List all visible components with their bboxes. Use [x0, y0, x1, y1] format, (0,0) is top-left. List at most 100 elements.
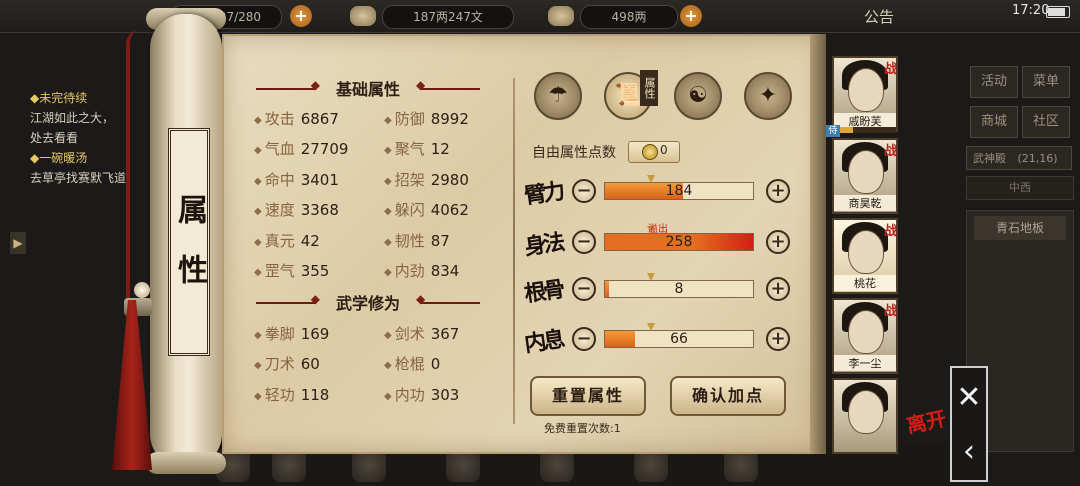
stat-item: ◆ 攻击 6867: [254, 108, 339, 130]
diamond-bullet-icon: ◆: [384, 206, 392, 218]
attribute-value: 66: [670, 331, 688, 347]
party-member-name: 商昊乾: [834, 195, 896, 211]
stat-label: 内功: [394, 385, 425, 404]
confirm-points-button[interactable]: 确认加点: [670, 376, 786, 416]
stat-value: 169: [300, 325, 330, 343]
community-button[interactable]: 社区: [1022, 106, 1070, 138]
reset-attributes-button[interactable]: 重置属性: [530, 376, 646, 416]
overflow-label: 溢出: [648, 224, 668, 235]
stat-item: ◆ 轻功 118: [254, 384, 329, 406]
gold-icon: [548, 6, 574, 26]
diamond-bullet-icon: ◆: [384, 330, 392, 341]
decrease-button[interactable]: −: [572, 230, 596, 254]
menu-button[interactable]: 菜单: [1022, 66, 1070, 98]
battery-icon: [1046, 6, 1070, 18]
expand-arrow-icon[interactable]: ▶: [10, 232, 26, 254]
close-icon[interactable]: ✕: [952, 378, 986, 418]
stat-label: 拳脚: [264, 325, 295, 343]
attribute-label: 身法: [522, 229, 564, 261]
diamond-bullet-icon: ◆: [254, 175, 262, 187]
stat-item: ◆ 气血 27709: [254, 138, 348, 160]
diamond-bullet-icon: ◆: [254, 115, 262, 126]
stat-item: ◆ 内劲 834: [384, 260, 459, 282]
stat-item: ◆ 真元 42: [254, 230, 320, 252]
face-shape: [848, 390, 884, 434]
stat-item: ◆ 内功 303: [384, 384, 459, 406]
shop-button[interactable]: 商城: [970, 106, 1018, 138]
notice-button[interactable]: 公告: [864, 6, 894, 27]
stat-label: 速度: [264, 201, 295, 220]
decrease-button[interactable]: −: [572, 179, 596, 203]
attribute-value: 8: [674, 281, 684, 297]
free-reset-count: 免费重置次数:1: [544, 422, 621, 435]
party-member-portrait[interactable]: [832, 378, 898, 454]
diamond-bullet-icon: ◆: [384, 175, 392, 187]
diamond-bullet-icon: ◆: [254, 236, 262, 248]
free-points-value: 0: [660, 143, 668, 157]
attribute-value: 258: [665, 234, 693, 250]
diamond-bullet-icon: ◆: [254, 267, 262, 278]
increase-button[interactable]: +: [766, 230, 790, 254]
stat-value: 8992: [430, 110, 469, 128]
stat-value: 834: [430, 262, 460, 280]
back-arrow-icon[interactable]: ‹: [952, 432, 986, 472]
diamond-bullet-icon: ◆: [254, 390, 262, 402]
stat-value: 3368: [300, 201, 339, 220]
attribute-bar: 8: [604, 273, 754, 298]
stat-value: 27709: [300, 140, 349, 159]
stat-value: 355: [300, 262, 330, 280]
diamond-bullet-icon: ◆: [384, 236, 392, 248]
quest-title[interactable]: ◆未完待续: [30, 88, 170, 108]
stat-label: 攻击: [264, 110, 295, 128]
tassel-bead: [134, 282, 150, 298]
scene-object-item[interactable]: 青石地板: [974, 216, 1066, 240]
panel-divider: [513, 78, 515, 424]
battle-badge: 战: [884, 62, 898, 77]
stat-value: 6867: [300, 110, 339, 128]
attribute-label: 内息: [522, 326, 564, 358]
meridian-figure-tab-icon[interactable]: ✦: [744, 72, 792, 120]
stat-value: 0: [430, 355, 441, 374]
diamond-bullet-icon: ◆: [254, 145, 262, 157]
diamond-bullet-icon: ◆: [384, 390, 392, 402]
decrease-button[interactable]: −: [572, 277, 596, 301]
stat-item: ◆ 招架 2980: [384, 169, 469, 191]
bagua-tab-icon[interactable]: ☯: [674, 72, 722, 120]
increase-button[interactable]: +: [766, 327, 790, 351]
hat-character-tab-icon[interactable]: ☂: [534, 72, 582, 120]
battle-badge: 战: [884, 224, 898, 239]
quest-tracker[interactable]: ◆未完待续 江湖如此之大， 处去看看 ◆一碗暖汤 去草亭找赛默飞道: [30, 88, 170, 188]
stat-item: ◆ 罡气 355: [254, 260, 329, 282]
diamond-bullet-icon: ◆: [384, 115, 392, 126]
quest-title[interactable]: ◆一碗暖汤: [30, 148, 170, 168]
add-gold-button[interactable]: +: [680, 5, 702, 27]
stat-label: 内劲: [394, 262, 425, 280]
stat-label: 轻功: [264, 385, 295, 404]
scroll-title: 属性: [168, 128, 210, 356]
quest-desc: 去草亭找赛默飞道: [30, 171, 127, 185]
location-name: 武神殿: [973, 152, 1006, 165]
increase-button[interactable]: +: [766, 179, 790, 203]
face-shape: [848, 230, 884, 274]
stat-label: 刀术: [264, 355, 295, 374]
silver-display: 187两247文: [382, 5, 514, 29]
face-shape: [848, 68, 884, 112]
stat-item: ◆ 命中 3401: [254, 169, 339, 191]
ornament: [416, 78, 480, 94]
stat-value: 60: [300, 355, 320, 374]
companion-tag: 侍: [826, 125, 840, 137]
location-coords: (21,16): [1017, 152, 1058, 165]
decrease-button[interactable]: −: [572, 327, 596, 351]
stat-label: 聚气: [394, 140, 425, 159]
activity-button[interactable]: 活动: [970, 66, 1018, 98]
stat-value: 303: [430, 385, 460, 404]
party-member-name: 桃花: [834, 275, 896, 291]
attribute-tab-tag: 属性: [640, 70, 658, 106]
leave-button[interactable]: 离开: [903, 402, 948, 439]
diamond-bullet-icon: ◆: [254, 360, 262, 372]
ornament: [256, 78, 320, 94]
add-stamina-button[interactable]: +: [290, 5, 312, 27]
increase-button[interactable]: +: [766, 277, 790, 301]
stat-label: 招架: [394, 170, 425, 189]
stat-value: 87: [430, 231, 450, 250]
